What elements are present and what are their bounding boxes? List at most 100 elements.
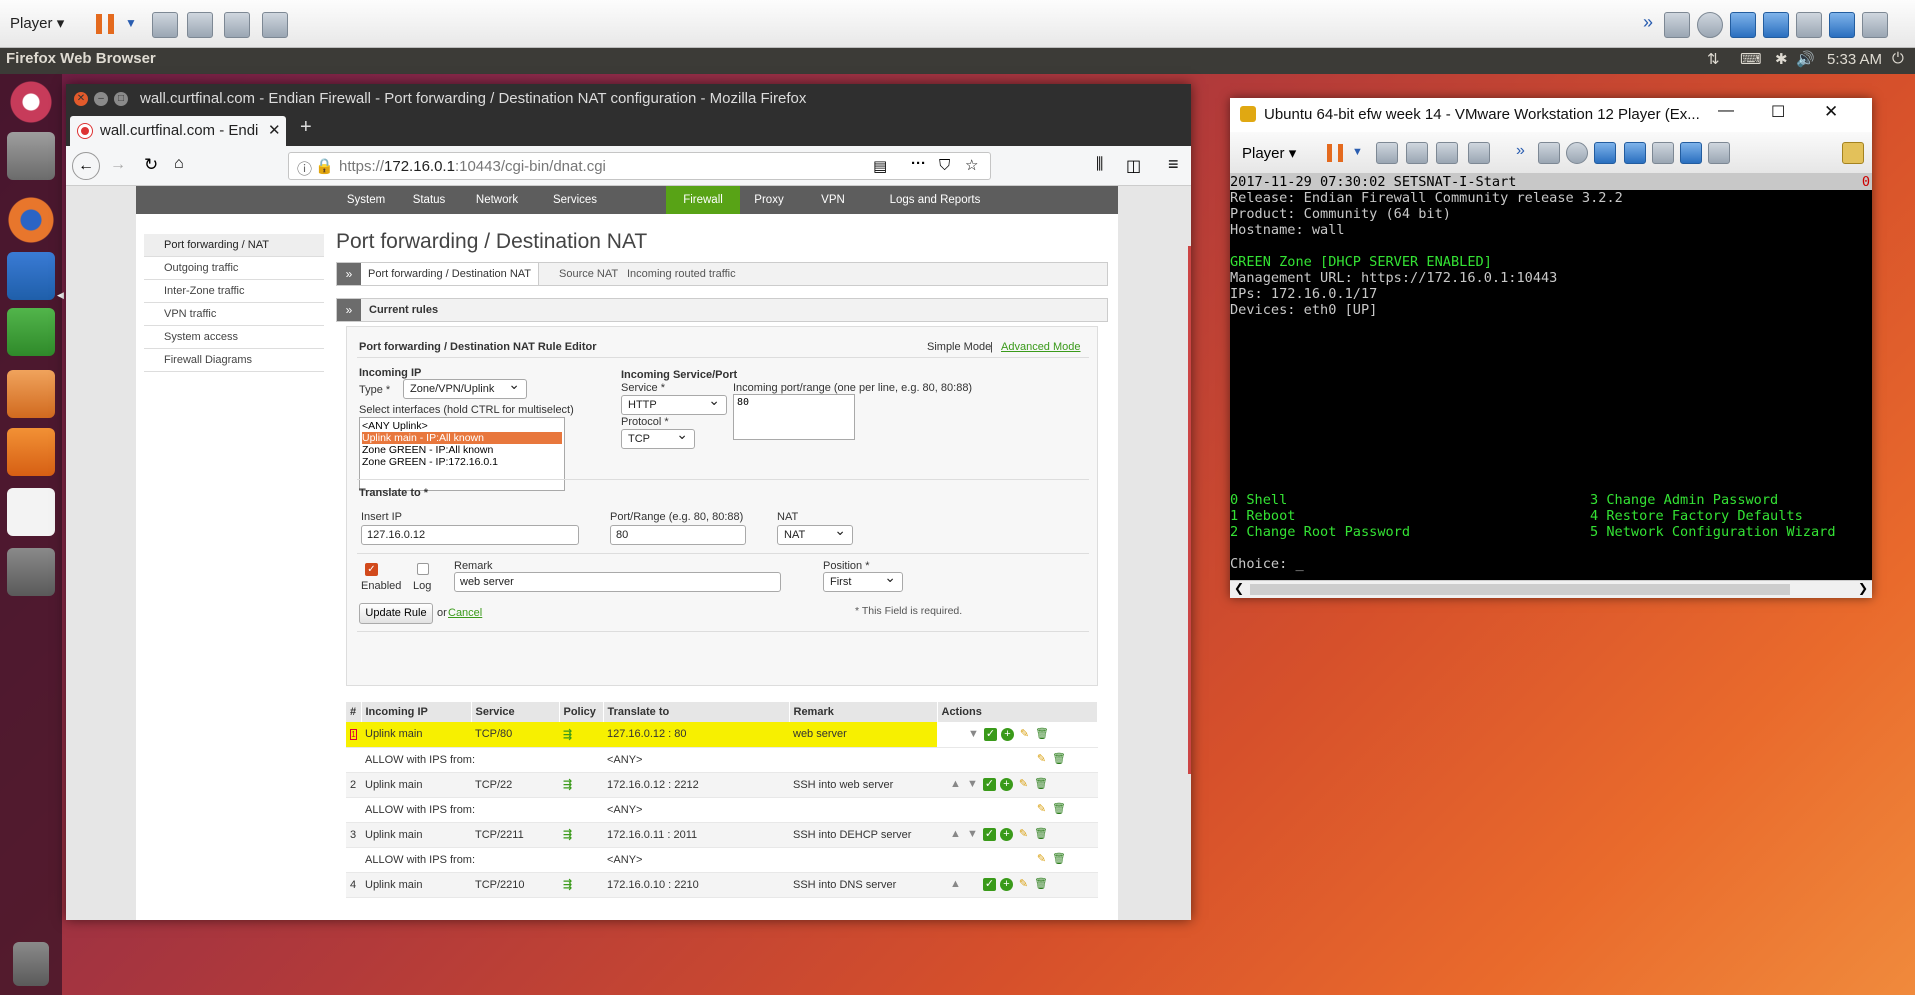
table-row[interactable]: 4 Uplink main TCP/2210 ⇶ 172.16.0.10 : 2… [346,872,1098,898]
scroll-right-icon[interactable]: ❯ [1858,581,1868,595]
writer-icon[interactable] [7,252,55,300]
network2-icon[interactable] [1763,12,1789,38]
protocol-select[interactable]: TCP [621,428,695,449]
table-row[interactable]: ALLOW with IPS from: <ANY> ✎ 🗑 [346,847,1098,873]
nav-status[interactable]: Status [402,186,456,214]
menu-inter-zone[interactable]: Inter-Zone traffic [144,280,324,303]
pocket-icon[interactable]: ⛉ [939,157,950,174]
add-icon[interactable]: + [1001,727,1014,741]
menu-system-access[interactable]: System access [144,326,324,349]
vm-player-menu[interactable]: Player ▾ [1242,144,1296,162]
menu-outgoing[interactable]: Outgoing traffic [144,257,324,280]
table-row[interactable]: 3 Uplink main TCP/2211 ⇶ 172.16.0.11 : 2… [346,822,1098,848]
hdd-icon[interactable] [1664,12,1690,38]
type-select[interactable]: Zone/VPN/Uplink [403,378,527,399]
menu-port-forwarding[interactable]: Port forwarding / NAT [144,234,324,257]
insert-ip-input[interactable]: 127.16.0.12 [361,525,579,545]
page-actions-icon[interactable]: ··· [911,155,926,172]
update-rule-button[interactable]: Update Rule [359,603,433,624]
files-icon[interactable] [7,132,55,180]
subtab-source-nat[interactable]: Source NAT [559,263,618,285]
interface-option[interactable]: <ANY Uplink> [362,420,562,432]
delete-trash-icon[interactable]: 🗑 [1035,728,1049,741]
table-row[interactable]: ALLOW with IPS from: <ANY> ✎ 🗑 [346,747,1098,773]
close-window-icon[interactable]: ✕ [74,92,88,106]
reader-view-icon[interactable]: ▤ [873,157,887,175]
tab-endian[interactable]: wall.curtfinal.com - Endi ✕ [70,116,286,146]
removable-devices-icon[interactable] [187,12,213,38]
cancel-link[interactable]: Cancel [448,607,482,619]
minimize-window-icon[interactable]: – [94,92,108,106]
move-down-icon[interactable]: ▼ [966,778,979,791]
advanced-mode-link[interactable]: Advanced Mode [1001,341,1081,353]
enable-check-icon[interactable]: ✓ [983,828,996,841]
info-icon[interactable]: ⓘ [297,158,312,179]
vm-console[interactable]: 2017-11-29 07:30:02 SETSNAT-I-Start 0 Rel… [1230,174,1872,580]
tab-close-icon[interactable]: ✕ [268,121,281,139]
nav-vpn[interactable]: VPN [806,186,860,214]
move-up-icon[interactable]: ▲ [949,828,962,841]
network-updown-icon[interactable]: ⇅ [1707,50,1720,68]
printer-icon[interactable] [1796,12,1822,38]
nat-select[interactable]: NAT [777,524,853,545]
menu-firewall-diagrams[interactable]: Firewall Diagrams [144,349,324,372]
maximize-icon[interactable]: ☐ [1771,102,1785,122]
enabled-checkbox[interactable]: ✓ [365,563,378,576]
nav-firewall[interactable]: Firewall [666,186,740,214]
delete-trash-icon[interactable]: 🗑 [1034,828,1048,841]
unity-icon[interactable] [1468,142,1490,164]
edit-pencil-icon[interactable]: ✎ [1035,853,1048,866]
add-icon[interactable]: + [1000,828,1013,841]
interface-option[interactable]: Zone GREEN - IP:172.16.0.1 [362,456,562,468]
pause-icon[interactable] [1327,144,1343,162]
log-checkbox[interactable] [417,563,429,575]
library-icon[interactable]: ⫼ [1096,156,1103,174]
bookmark-star-icon[interactable]: ☆ [965,156,978,174]
removable-devices-icon[interactable] [1406,142,1428,164]
power-icon[interactable]: ⏻ [1892,50,1904,67]
unity-icon[interactable] [262,12,288,38]
move-down-icon[interactable]: ▼ [966,828,979,841]
move-down-icon[interactable]: ▼ [967,728,980,741]
horizontal-scrollbar[interactable]: ❮ ❯ [1230,580,1872,598]
software-center-icon[interactable] [7,428,55,476]
close-icon[interactable]: ✕ [1824,102,1838,122]
edit-pencil-icon[interactable]: ✎ [1035,753,1048,766]
cd-icon[interactable] [1566,142,1588,164]
player-menu[interactable]: Player ▾ [10,14,64,32]
nav-logs-reports[interactable]: Logs and Reports [872,186,998,214]
lock-warning-icon[interactable]: 🔒 [315,157,334,175]
enable-check-icon[interactable]: ✓ [983,778,996,791]
clock[interactable]: 5:33 AM [1827,51,1882,68]
fullscreen-icon[interactable] [1436,142,1458,164]
network2-icon[interactable] [1624,142,1646,164]
scroll-left-icon[interactable]: ❮ [1234,581,1244,595]
send-ctrl-alt-del-icon[interactable] [1376,142,1398,164]
interface-option-selected[interactable]: Uplink main - IP:All known [362,432,562,444]
subtab-incoming-routed[interactable]: Incoming routed traffic [627,263,736,285]
menu-vpn-traffic[interactable]: VPN traffic [144,303,324,326]
firefox-icon[interactable] [7,196,55,244]
calc-icon[interactable] [7,308,55,356]
remark-input[interactable]: web server [454,572,781,592]
forward-button-icon[interactable]: → [110,156,126,174]
sound-icon[interactable] [1829,12,1855,38]
scroll-thumb[interactable] [1250,584,1790,595]
trash-icon[interactable] [13,942,49,986]
send-ctrl-alt-del-icon[interactable] [152,12,178,38]
camera-icon[interactable] [1862,12,1888,38]
delete-trash-icon[interactable]: 🗑 [1052,753,1066,766]
table-row[interactable]: 1 Uplink main TCP/80 ⇶ 127.16.0.12 : 80 … [346,722,1098,748]
settings-icon[interactable] [7,548,55,596]
network-icon[interactable] [1730,12,1756,38]
cd-icon[interactable] [1697,12,1723,38]
subtab-dnat[interactable]: Port forwarding / Destination NAT [361,263,540,285]
message-log-icon[interactable] [1842,142,1864,164]
hdd-icon[interactable] [1538,142,1560,164]
delete-trash-icon[interactable]: 🗑 [1034,878,1048,891]
dropdown-icon[interactable]: ▼ [1352,146,1363,158]
sidebar-icon[interactable]: ◫ [1126,156,1141,176]
maximize-window-icon[interactable]: □ [114,92,128,106]
edit-pencil-icon[interactable]: ✎ [1018,728,1031,741]
amazon-icon[interactable] [7,488,55,536]
